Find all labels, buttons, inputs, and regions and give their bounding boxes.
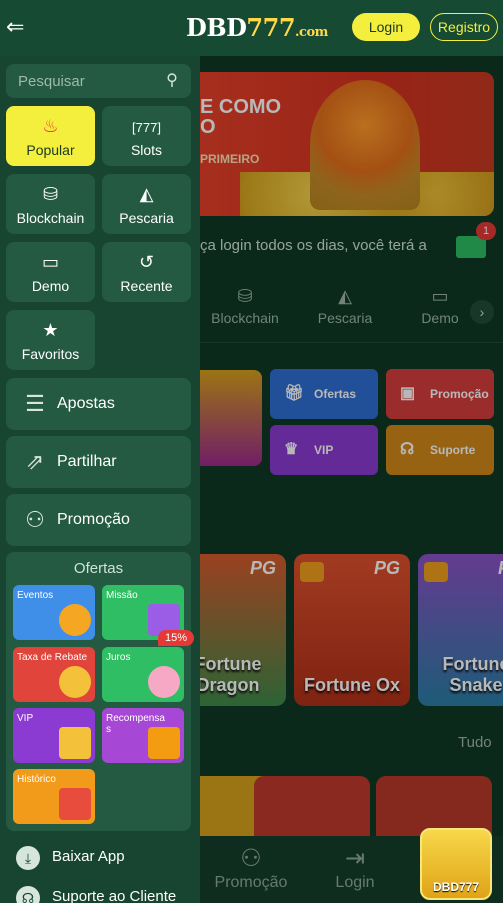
offers-title: Ofertas (73, 560, 124, 577)
category-blockchain[interactable]: ⛁ Blockchain (6, 174, 95, 234)
gift-icon (148, 727, 180, 759)
offer-juros[interactable]: Juros (102, 647, 184, 702)
category-pescaria[interactable]: ◭ Pescaria (102, 174, 191, 234)
category-demo[interactable]: ▭ Demo (6, 242, 95, 302)
piggy-bank-icon (148, 666, 180, 698)
search-input[interactable] (6, 64, 156, 98)
category-label: Demo (31, 278, 70, 294)
slot-777-icon: [777] (132, 120, 161, 135)
offer-taxa-de-rebate[interactable]: Taxa de Rebate (13, 647, 95, 702)
blockchain-icon: ⛁ (42, 184, 59, 204)
offer-label: VIP (17, 713, 34, 724)
coins-icon (59, 666, 91, 698)
gamepad-icon: ▭ (41, 252, 59, 272)
offer-historico[interactable]: Histórico (13, 769, 95, 824)
customer-support-link[interactable]: ☊ Suporte ao Cliente (6, 884, 191, 903)
headset-icon: ☊ (16, 886, 40, 903)
category-label: Blockchain (16, 210, 85, 226)
clock-coin-icon (59, 604, 91, 636)
menu-apostas[interactable]: ☰ Apostas (6, 378, 191, 430)
category-label: Popular (26, 142, 75, 158)
offers-panel: Ofertas Eventos Missão Taxa de Rebate Ju… (6, 552, 194, 831)
logo-text: DBD (186, 13, 247, 42)
shark-icon: ◭ (139, 184, 154, 204)
interest-badge: 15% (158, 630, 194, 646)
category-recente[interactable]: ↺ Recente (102, 242, 191, 302)
menu-partilhar[interactable]: ⇗ Partilhar (6, 436, 191, 488)
top-header: ⇐ DBD777.com Login Registro (0, 0, 503, 56)
star-icon: ★ (42, 320, 59, 340)
category-label: Favoritos (21, 346, 80, 362)
logo-domain: .com (295, 25, 328, 40)
share-icon: ⇗ (25, 449, 45, 474)
footer-label: Baixar App (52, 848, 125, 865)
offer-label: Eventos (17, 590, 54, 601)
coin-stack-icon: ☰ (25, 391, 45, 416)
category-favoritos[interactable]: ★ Favoritos (6, 310, 95, 370)
sidebar: ⚲ ♨ Popular [777] Slots ⛁ Blockchain ◭ P… (0, 56, 200, 903)
search-icon[interactable]: ⚲ (162, 71, 182, 91)
search-box: ⚲ (6, 64, 191, 98)
category-label: Slots (130, 142, 163, 158)
flame-icon: ♨ (42, 116, 59, 136)
menu-label: Partilhar (57, 453, 117, 470)
offer-label: Histórico (17, 774, 56, 785)
site-logo[interactable]: DBD777.com (186, 13, 328, 42)
app-badge-label: DBD777 (432, 880, 480, 894)
offer-label: Taxa de Rebate (17, 652, 88, 663)
menu-label: Promoção (57, 511, 130, 528)
category-label: Recente (120, 278, 173, 294)
category-slots[interactable]: [777] Slots (102, 106, 191, 166)
download-app-link[interactable]: ⤓ Baixar App (6, 844, 191, 874)
users-icon: ⚇ (25, 507, 45, 532)
footer-label: Suporte ao Cliente (52, 888, 177, 903)
category-label: Pescaria (119, 210, 174, 226)
offer-label: Juros (106, 652, 131, 663)
collapse-sidebar-icon[interactable]: ⇐ (6, 14, 32, 40)
background-page: E COMO O PRIMEIRO ça login todos os dias… (200, 56, 503, 903)
login-button[interactable]: Login (352, 13, 420, 41)
history-icon: ↺ (138, 252, 155, 272)
menu-promocao[interactable]: ⚇ Promoção (6, 494, 191, 546)
app-download-badge[interactable]: DBD777 (420, 828, 492, 900)
crown-icon (59, 727, 91, 759)
offer-eventos[interactable]: Eventos (13, 585, 95, 640)
category-popular[interactable]: ♨ Popular (6, 106, 95, 166)
gift-box-icon (59, 788, 91, 820)
overlay-dim[interactable] (200, 56, 503, 903)
logo-number: 777 (246, 13, 296, 42)
offer-recompensas[interactable]: Recompensas (102, 708, 184, 763)
download-icon: ⤓ (16, 846, 40, 870)
offer-label: Missão (106, 590, 138, 601)
menu-label: Apostas (57, 395, 115, 412)
register-button[interactable]: Registro (430, 13, 498, 41)
offer-vip[interactable]: VIP (13, 708, 95, 763)
